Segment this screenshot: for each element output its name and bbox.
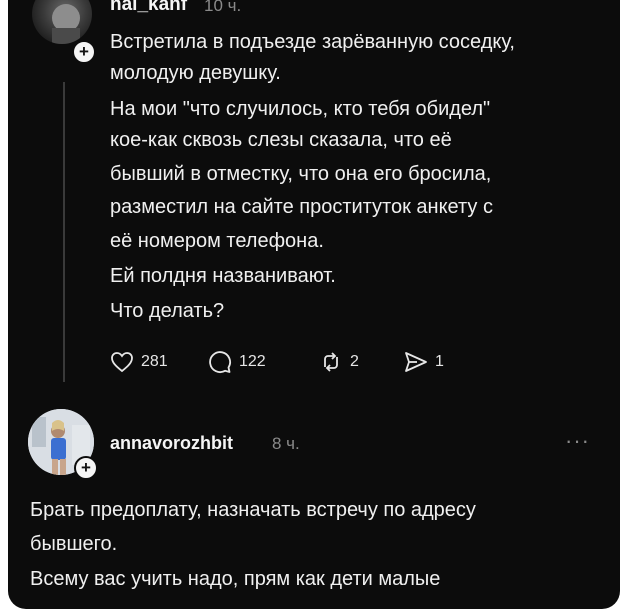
comment-icon [208, 350, 232, 374]
heart-icon [110, 351, 134, 373]
post-line: разместил на сайте проституток анкету с [110, 196, 493, 218]
repost-count: 2 [350, 353, 359, 370]
post-line: её номером телефона. [110, 230, 324, 252]
share-button[interactable]: 1 [404, 348, 444, 376]
post-line: кое-как сквозь слезы сказала, что её [110, 129, 452, 151]
post-line: Встретила в подъезде зарёванную соседку, [110, 31, 515, 53]
post-time: 10 ч. [204, 0, 242, 15]
comment-count: 122 [239, 353, 266, 370]
more-options-icon[interactable]: ··· [565, 428, 590, 454]
share-icon [404, 351, 428, 373]
like-button[interactable]: 281 [110, 348, 168, 376]
repost-button[interactable]: 2 [319, 348, 359, 376]
thread-line [63, 82, 65, 382]
post-line: молодую девушку. [110, 62, 281, 84]
reply-line: Брать предоплату, назначать встречу по а… [30, 499, 476, 521]
post-author-avatar[interactable] [32, 0, 92, 44]
reply-line: бывшего. [30, 533, 118, 555]
post-line: Что делать? [110, 300, 225, 322]
like-count: 281 [141, 353, 168, 370]
repost-icon [319, 351, 343, 373]
comment-button[interactable]: 122 [208, 348, 266, 376]
post-line: Ей полдня названивают. [110, 265, 336, 287]
post-username[interactable]: nai_kanf [110, 0, 187, 16]
reply-username[interactable]: annavorozhbit [110, 433, 233, 454]
share-count: 1 [435, 353, 444, 370]
reply-line: Всему вас учить надо, прям как дети малы… [30, 568, 441, 590]
post-line: бывший в отместку, что она его бросила, [110, 163, 492, 185]
reply-time: 8 ч. [272, 434, 300, 453]
post-line: На мои "что случилось, кто тебя обидел" [110, 98, 491, 120]
follow-badge-icon[interactable]: + [72, 40, 96, 64]
thread-card: + nai_kanf 10 ч. Встретила в подъезде за… [8, 0, 620, 609]
follow-badge-icon[interactable]: + [74, 456, 98, 480]
